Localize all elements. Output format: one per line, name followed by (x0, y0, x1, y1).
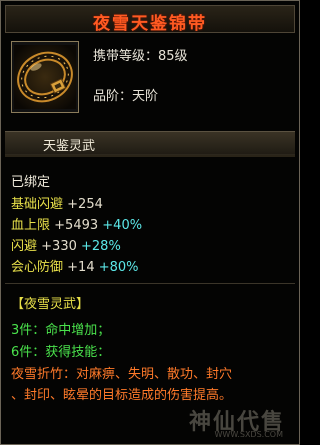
watermark-url: WWW.SXDS.COM (214, 430, 283, 439)
attribute-value: +330 (41, 239, 77, 254)
tab-tianjian-lingwu[interactable]: 天鉴灵武 (5, 131, 295, 155)
attribute-bonus: +80% (98, 260, 139, 275)
attribute-name: 血上限 (11, 218, 51, 233)
attribute-row: 血上限 +5493 +40% (11, 214, 142, 233)
attribute-name: 闪避 (11, 239, 38, 254)
item-icon-frame[interactable] (11, 41, 79, 113)
tab-underline (5, 155, 295, 157)
item-tooltip: 夜雪天鉴锦带 携带等级：85级 品阶：天阶 天鉴灵武 已绑定 基础闪避 +254 (0, 0, 300, 445)
attribute-name: 会心防御 (11, 260, 64, 275)
attribute-value: +5493 (54, 218, 99, 233)
carry-level: 携带等级：85级 (93, 49, 188, 64)
base-stat-value: +254 (67, 197, 103, 212)
attribute-row: 闪避 +330 +28% (11, 235, 121, 254)
item-grade: 品阶：天阶 (93, 89, 159, 104)
tab-label: 天鉴灵武 (43, 139, 96, 154)
attribute-row: 会心防御 +14 +80% (11, 256, 139, 275)
set-bonus-6: 6件：获得技能： (11, 345, 111, 360)
set-title: 【夜雪灵武】 (11, 297, 90, 312)
attribute-bonus: +28% (81, 239, 121, 254)
title-bar: 夜雪天鉴锦带 (5, 5, 295, 34)
bind-status: 已绑定 (11, 175, 51, 190)
attribute-value: +14 (67, 260, 95, 275)
base-stat-row: 基础闪避 +254 (11, 193, 103, 212)
divider (5, 283, 295, 284)
base-stat-name: 基础闪避 (11, 197, 64, 212)
belt-icon (14, 45, 76, 109)
item-name: 夜雪天鉴锦带 (93, 14, 207, 34)
set-bonus-3: 3件：命中增加； (11, 323, 111, 338)
attribute-bonus: +40% (102, 218, 143, 233)
set-skill-line-1: 夜雪折竹：对麻痹、失明、散功、封穴 (11, 367, 233, 382)
set-skill-line-2: 、封印、眩晕的目标造成的伤害提高。 (11, 388, 233, 403)
watermark-logo: 神仙代售 WWW.SXDS.COM (153, 404, 293, 439)
